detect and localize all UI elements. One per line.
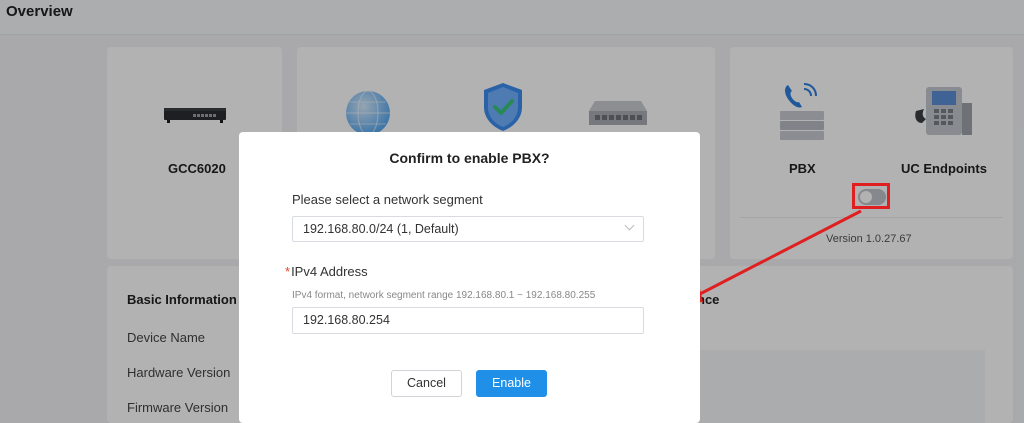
network-segment-select[interactable]: 192.168.80.0/24 (1, Default) [292,216,644,242]
dialog-title: Confirm to enable PBX? [389,150,550,166]
ipv4-address-label-row: *IPv4 Address [285,264,368,279]
enable-button[interactable]: Enable [476,370,547,397]
enable-pbx-dialog: Confirm to enable PBX? Please select a n… [239,132,700,423]
ipv4-address-label: IPv4 Address [291,264,368,279]
ipv4-hint: IPv4 format, network segment range 192.1… [292,290,596,301]
network-segment-label: Please select a network segment [292,192,483,207]
chevron-down-icon [624,220,635,231]
ipv4-address-input[interactable]: 192.168.80.254 [292,307,644,334]
network-segment-value: 192.168.80.0/24 (1, Default) [303,222,459,236]
cancel-button[interactable]: Cancel [391,370,462,397]
required-star: * [285,264,291,279]
